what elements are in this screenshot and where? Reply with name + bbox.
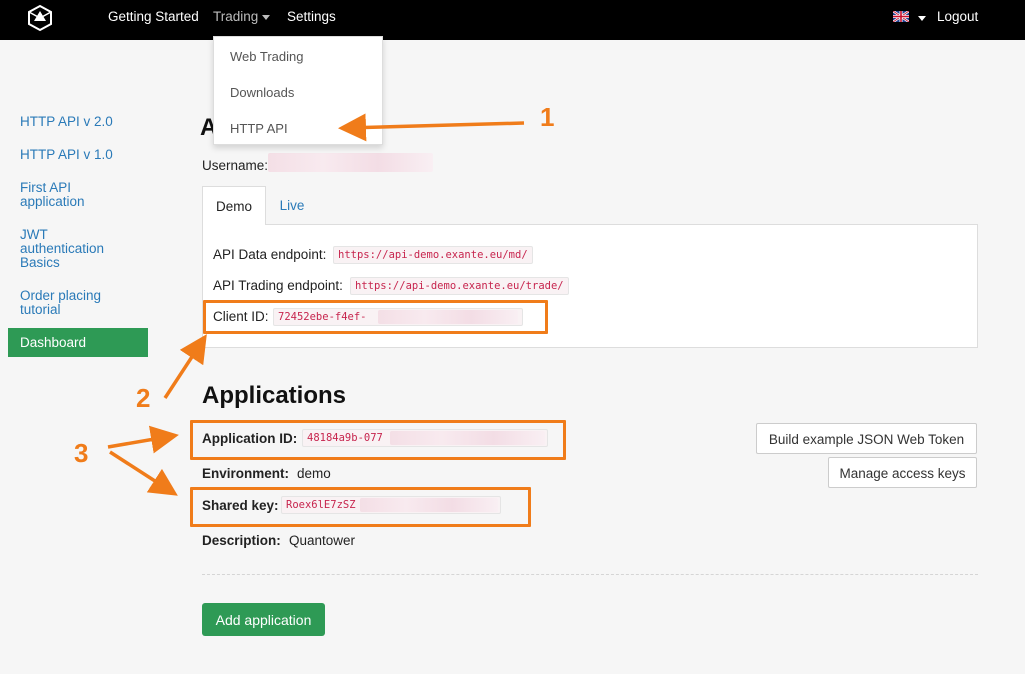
api-trading-endpoint-label: API Trading endpoint: bbox=[213, 278, 343, 293]
username-redacted bbox=[268, 153, 433, 172]
sidebar-item-http-api-v2[interactable]: HTTP API v 2.0 bbox=[20, 115, 140, 129]
sidebar-item-order-placing[interactable]: Order placing tutorial bbox=[20, 289, 120, 317]
description-label: Description: bbox=[202, 533, 281, 548]
sidebar-item-first-api-application[interactable]: First API application bbox=[20, 181, 110, 209]
environment-label-text: Environment: bbox=[202, 466, 290, 481]
applications-heading: Applications bbox=[202, 382, 347, 409]
dropdown-item-web-trading[interactable]: Web Trading bbox=[230, 49, 303, 64]
add-application-button[interactable]: Add application bbox=[202, 603, 325, 636]
sidebar-item-jwt-authentication[interactable]: JWT authentication Basics bbox=[20, 228, 120, 270]
chevron-down-icon bbox=[262, 14, 271, 20]
api-trading-endpoint-value: https://api-demo.exante.eu/trade/ bbox=[350, 277, 569, 295]
description-value: Quantower bbox=[289, 533, 356, 548]
arrow-2 bbox=[163, 334, 207, 399]
callout-number-2: 2 bbox=[136, 383, 151, 413]
application-id-highlight bbox=[190, 420, 566, 460]
trading-dropdown-menu: Web Trading Downloads HTTP API bbox=[213, 36, 383, 145]
tab-live[interactable]: Live bbox=[266, 186, 318, 224]
logo-icon[interactable] bbox=[26, 4, 54, 32]
shared-key-highlight bbox=[190, 487, 531, 527]
api-data-endpoint-label: API Data endpoint: bbox=[213, 247, 327, 262]
arrow-3a bbox=[107, 425, 179, 454]
nav-settings[interactable]: Settings bbox=[287, 9, 336, 24]
username-label: Username: bbox=[202, 158, 269, 173]
sidebar-item-http-api-v1[interactable]: HTTP API v 1.0 bbox=[20, 148, 140, 162]
callout-number-3: 3 bbox=[74, 438, 89, 468]
arrow-3b bbox=[109, 450, 178, 496]
callout-number-1: 1 bbox=[540, 102, 555, 132]
sidebar-item-dashboard[interactable]: Dashboard bbox=[8, 328, 148, 357]
language-chevron-icon[interactable] bbox=[918, 16, 926, 21]
description-label-text: Description: bbox=[202, 533, 281, 548]
dropdown-item-http-api[interactable]: HTTP API bbox=[230, 121, 288, 136]
environment-label: Environment: bbox=[202, 466, 289, 481]
uk-flag-icon[interactable] bbox=[893, 11, 909, 22]
nav-trading[interactable]: Trading bbox=[213, 9, 271, 24]
manage-access-keys-button[interactable]: Manage access keys bbox=[828, 457, 977, 488]
tab-demo[interactable]: Demo bbox=[202, 186, 266, 225]
build-jwt-button[interactable]: Build example JSON Web Token bbox=[756, 423, 977, 454]
logout-link[interactable]: Logout bbox=[937, 9, 978, 24]
dropdown-item-downloads[interactable]: Downloads bbox=[230, 85, 294, 100]
top-navbar: Getting Started Trading Settings Logout bbox=[0, 0, 1025, 40]
environment-value: demo bbox=[297, 466, 331, 481]
nav-getting-started[interactable]: Getting Started bbox=[108, 9, 199, 24]
client-id-highlight bbox=[203, 300, 548, 334]
section-divider bbox=[202, 574, 978, 575]
nav-trading-label: Trading bbox=[213, 9, 259, 24]
api-data-endpoint-value: https://api-demo.exante.eu/md/ bbox=[333, 246, 533, 264]
